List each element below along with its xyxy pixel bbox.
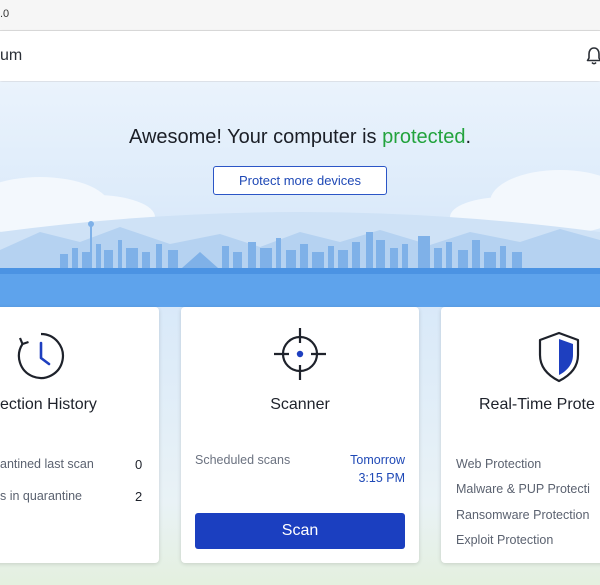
bell-icon[interactable]	[586, 46, 600, 66]
clock-icon	[17, 332, 65, 380]
scheduled-scan-time[interactable]: 3:15 PM	[358, 471, 405, 485]
window-titlebar: .0	[0, 0, 600, 31]
protection-layer-item: Exploit Protection	[456, 533, 554, 547]
protect-more-devices-button[interactable]: Protect more devices	[213, 166, 387, 195]
headline-suffix: .	[465, 126, 472, 148]
window-version-label: .0	[0, 8, 10, 20]
app-header: um	[0, 31, 600, 81]
card-title: Scanner	[270, 396, 330, 413]
crosshair-icon	[274, 328, 326, 380]
protection-layer-item: Ransomware Protection	[456, 508, 590, 522]
protection-layer-item: Web Protection	[456, 457, 542, 471]
headline-status-word: protected	[382, 126, 466, 148]
shield-icon	[538, 331, 580, 383]
protection-layer-item: Malware & PUP Protecti	[456, 482, 590, 496]
protection-status-headline: Awesome! Your computer is protected.	[0, 126, 600, 149]
card-title: Real-Time Prote	[479, 396, 595, 413]
stat-label: s in quarantine	[0, 489, 83, 503]
realtime-protection-card[interactable]: Real-Time Prote Web Protection Malware &…	[441, 307, 600, 563]
headline-prefix: Awesome! Your computer is	[128, 126, 383, 148]
stat-label: antined last scan	[0, 457, 94, 471]
scanner-card: Scanner Scheduled scans Tomorrow 3:15 PM…	[181, 307, 419, 563]
detection-history-card[interactable]: ection History antined last scan 0 s in …	[0, 307, 159, 563]
scheduled-scan-day[interactable]: Tomorrow	[350, 453, 405, 467]
card-title: ection History	[0, 396, 97, 413]
stat-value: 0	[135, 457, 143, 472]
scheduled-scans-label: Scheduled scans	[195, 453, 291, 467]
status-hero: Awesome! Your computer is protected. Pro…	[0, 82, 600, 307]
scan-button[interactable]: Scan	[195, 513, 405, 549]
app-brand-name: um	[0, 47, 23, 64]
stat-value[interactable]: 2	[135, 489, 142, 504]
